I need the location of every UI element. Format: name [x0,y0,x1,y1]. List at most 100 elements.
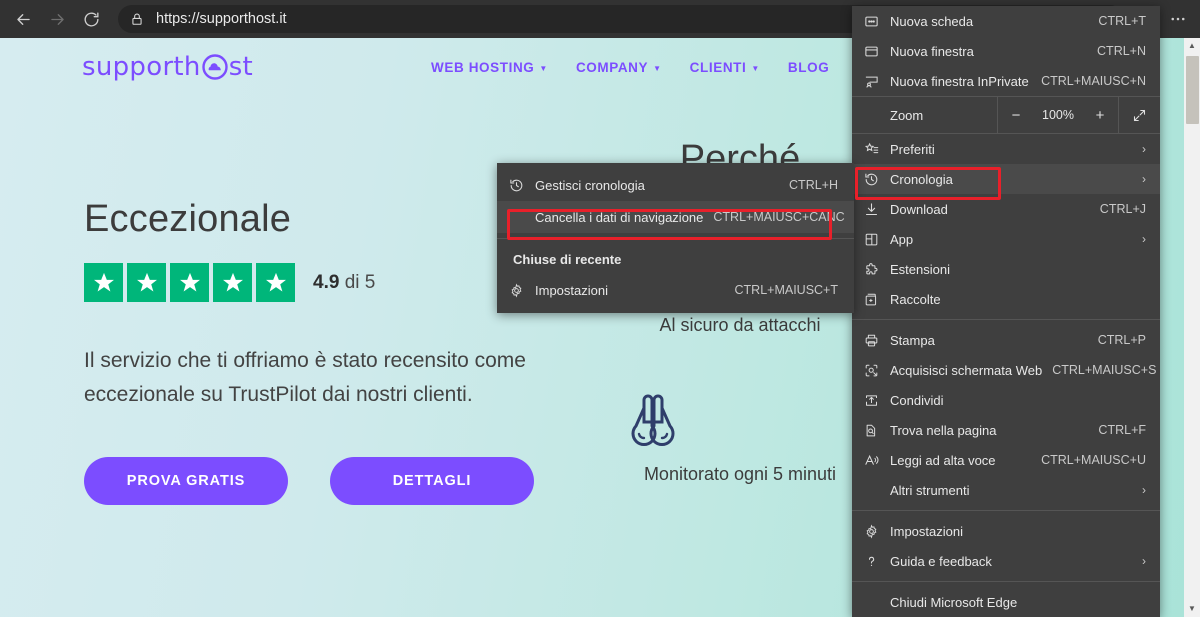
feature-monitoring: Monitorato ogni 5 minuti [620,394,860,485]
menu-item-accel: CTRL+MAIUSC+U [1041,453,1146,467]
menu-item-label: App [890,231,914,247]
menu-item-label: Nuova scheda [890,13,974,29]
star-icon [127,263,166,302]
menu-item-nuova-finestra[interactable]: Nuova finestra CTRL+N [852,36,1160,66]
nav-item-clienti[interactable]: CLIENTI ▼ [690,60,760,75]
menu-item-stampa[interactable]: Stampa CTRL+P [852,325,1160,355]
chevron-right-icon: › [1142,142,1146,156]
menu-item-accel: CTRL+F [1098,423,1146,437]
menu-item-chiudi-microsoft-edge[interactable]: Chiudi Microsoft Edge [852,587,1160,617]
zoom-out-button[interactable]: − [998,97,1034,133]
download-icon [864,202,890,217]
menu-item-app[interactable]: App › [852,224,1160,254]
submenu-section-title: Chiuse di recente [513,251,622,267]
nav-label: COMPANY [575,59,649,75]
dettagli-button[interactable]: DETTAGLI [330,457,534,506]
logo-text-after: st [228,52,254,82]
star-icon [84,263,123,302]
menu-item-accel: CTRL+J [1099,202,1146,216]
submenu-item-accel: CTRL+MAIUSC+T [734,283,839,297]
zoom-label: Zoom [890,107,924,123]
more-options-button[interactable] [1162,3,1194,35]
share-icon [864,393,890,408]
menu-item-label: Estensioni [890,261,950,277]
submenu-item-accel: CTRL+MAIUSC+CANC [713,210,845,224]
lock-icon [130,12,144,26]
menu-item-guida-e-feedback[interactable]: Guida e feedback › [852,546,1160,576]
forward-button[interactable] [40,2,74,36]
reload-button[interactable] [74,2,108,36]
menu-item-leggi-ad-alta-voce[interactable]: Leggi ad alta voce CTRL+MAIUSC+U [852,445,1160,475]
chevron-right-icon: › [1142,554,1146,568]
cta-row: PROVA GRATIS DETTAGLI [84,457,624,506]
menu-item-cronologia[interactable]: Cronologia › [852,164,1160,194]
menu-item-label: Nuova finestra InPrivate [890,73,1029,89]
apps-icon [864,232,890,247]
menu-item-download[interactable]: Download CTRL+J [852,194,1160,224]
menu-item-accel: CTRL+MAIUSC+N [1041,74,1146,88]
menu-item-accel: CTRL+N [1097,44,1146,58]
site-logo[interactable]: supporth st [82,52,253,82]
menu-item-label: Chiudi Microsoft Edge [890,594,1018,610]
star-icon [213,263,252,302]
nav-item-company[interactable]: COMPANY ▼ [576,60,662,75]
zoom-controls: − 100% + [997,97,1118,133]
site-nav: WEB HOSTING ▼ COMPANY ▼ CLIENTI ▼ BLOG C… [431,60,898,75]
menu-item-preferiti[interactable]: Preferiti › [852,134,1160,164]
scrollbar-thumb[interactable] [1186,56,1199,124]
menu-item-raccolte[interactable]: Raccolte [852,284,1160,314]
nav-label: CLIENTI [689,59,747,75]
cloud-icon [202,54,228,80]
readaloud-icon [864,453,890,468]
menu-item-altri-strumenti[interactable]: Altri strumenti › [852,475,1160,505]
menu-item-accel: CTRL+T [1098,14,1146,28]
help-icon [864,554,890,569]
zoom-row: Zoom − 100% + [852,96,1160,134]
menu-item-impostazioni[interactable]: Impostazioni [852,516,1160,546]
submenu-item-gestisci-cronologia[interactable]: Gestisci cronologia CTRL+H [497,169,854,201]
page-scrollbar[interactable]: ▲ ▼ [1184,38,1200,617]
menu-separator [852,581,1160,582]
submenu-item-cancella-dati-navigazione[interactable]: Cancella i dati di navigazione CTRL+MAIU… [497,201,854,233]
nav-label: WEB HOSTING [431,59,535,75]
logo-text-before: supporth [82,52,201,82]
submenu-item-label: Cancella i dati di navigazione [535,209,704,225]
submenu-item-label: Gestisci cronologia [535,177,645,193]
nav-item-web-hosting[interactable]: WEB HOSTING ▼ [431,60,548,75]
fullscreen-button[interactable] [1118,97,1160,133]
zoom-in-button[interactable]: + [1082,97,1118,133]
settings-icon [864,524,890,539]
extensions-icon [864,262,890,277]
menu-item-condividi[interactable]: Condividi [852,385,1160,415]
menu-item-nuova-finestra-inprivate[interactable]: Nuova finestra InPrivate CTRL+MAIUSC+N [852,66,1160,96]
menu-item-trova-nella-pagina[interactable]: Trova nella pagina CTRL+F [852,415,1160,445]
url-text: https://supporthost.it [156,11,287,27]
new-tab-icon [864,14,890,29]
chevron-down-icon: ▼ [751,63,760,73]
nav-item-blog[interactable]: BLOG [788,60,829,75]
history-icon [509,178,535,193]
menu-item-acquisisci-schermata-web[interactable]: Acquisisci schermata Web CTRL+MAIUSC+S [852,355,1160,385]
menu-item-accel: CTRL+P [1097,333,1146,347]
star-icon [256,263,295,302]
menu-item-label: Trova nella pagina [890,422,997,438]
menu-item-estensioni[interactable]: Estensioni [852,254,1160,284]
scroll-up-icon[interactable]: ▲ [1188,38,1196,54]
prova-gratis-button[interactable]: PROVA GRATIS [84,457,288,506]
chevron-right-icon: › [1142,483,1146,497]
cronologia-submenu: Gestisci cronologia CTRL+H Cancella i da… [497,163,854,313]
favorites-icon [864,142,890,157]
scroll-down-icon[interactable]: ▼ [1188,601,1196,617]
menu-item-accel: CTRL+MAIUSC+S [1052,363,1157,377]
back-button[interactable] [6,2,40,36]
trustpilot-stars [84,263,295,302]
chevron-down-icon: ▼ [653,63,662,73]
rating-value: 4.9 [313,271,340,293]
submenu-item-impostazioni[interactable]: Impostazioni CTRL+MAIUSC+T [497,274,854,306]
menu-item-label: Preferiti [890,141,935,157]
inprivate-icon [864,74,890,89]
menu-item-label: Download [890,201,948,217]
chevron-down-icon: ▼ [539,63,548,73]
menu-item-nuova-scheda[interactable]: Nuova scheda CTRL+T [852,6,1160,36]
menu-item-label: Nuova finestra [890,43,974,59]
